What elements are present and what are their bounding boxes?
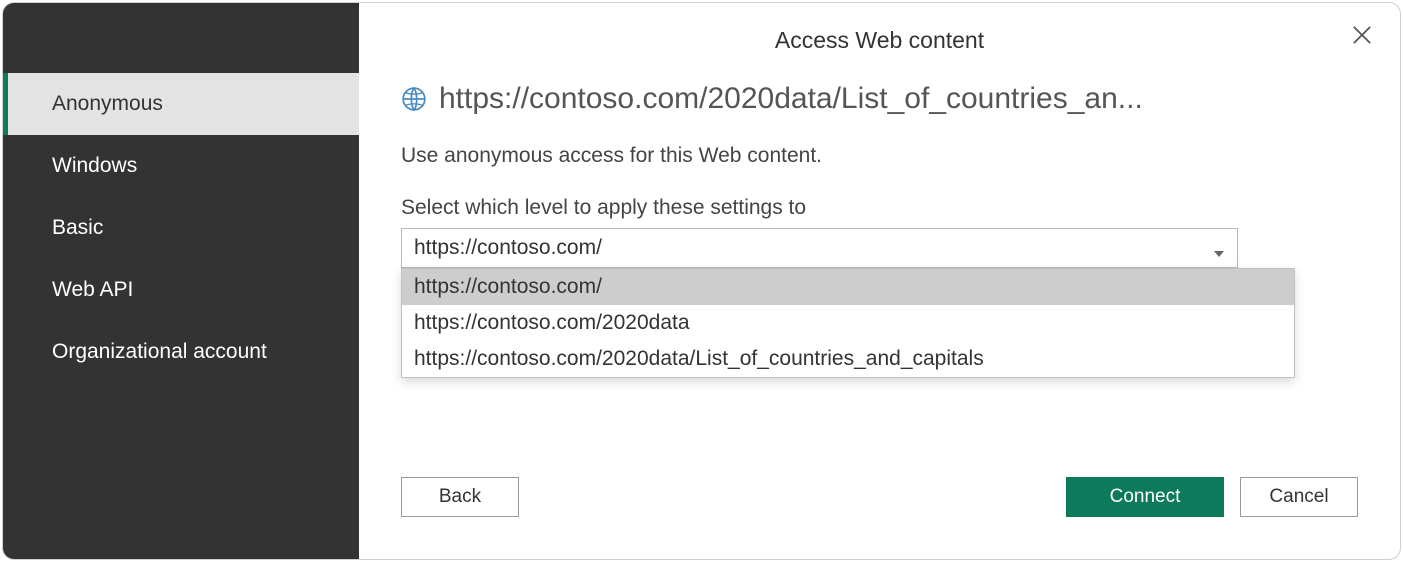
- main-panel: Access Web content https://contoso.com/2…: [359, 3, 1400, 559]
- access-web-content-dialog: Anonymous Windows Basic Web API Organiza…: [2, 2, 1401, 560]
- dialog-title: Access Web content: [401, 27, 1358, 54]
- connect-button[interactable]: Connect: [1066, 477, 1224, 517]
- back-button[interactable]: Back: [401, 477, 519, 517]
- sidebar-item-windows[interactable]: Windows: [3, 135, 359, 197]
- globe-icon: [401, 86, 427, 112]
- auth-method-sidebar: Anonymous Windows Basic Web API Organiza…: [3, 3, 359, 559]
- dropdown-option-label: https://contoso.com/2020data: [414, 311, 690, 334]
- close-icon: [1348, 21, 1376, 49]
- sidebar-item-label: Organizational account: [52, 340, 267, 363]
- url-display: https://contoso.com/2020data/List_of_cou…: [439, 82, 1143, 116]
- close-button[interactable]: [1348, 21, 1376, 49]
- button-label: Connect: [1110, 486, 1181, 508]
- chevron-down-icon: [1213, 242, 1225, 254]
- sidebar-item-label: Windows: [52, 154, 137, 177]
- dropdown-option-full-path[interactable]: https://contoso.com/2020data/List_of_cou…: [402, 341, 1294, 377]
- level-select-value: https://contoso.com/: [414, 236, 602, 260]
- dropdown-option-2020data[interactable]: https://contoso.com/2020data: [402, 305, 1294, 341]
- cancel-button[interactable]: Cancel: [1240, 477, 1358, 517]
- sidebar-item-anonymous[interactable]: Anonymous: [3, 73, 359, 135]
- level-select[interactable]: https://contoso.com/ https://contoso.com…: [401, 228, 1238, 268]
- sidebar-item-label: Web API: [52, 278, 133, 301]
- button-row: Back Connect Cancel: [401, 477, 1358, 517]
- dropdown-option-label: https://contoso.com/: [414, 275, 602, 298]
- select-level-label: Select which level to apply these settin…: [401, 196, 1358, 220]
- url-row: https://contoso.com/2020data/List_of_cou…: [401, 82, 1358, 116]
- sidebar-item-organizational-account[interactable]: Organizational account: [3, 321, 359, 383]
- button-label: Cancel: [1269, 486, 1328, 508]
- sidebar-item-label: Basic: [52, 216, 103, 239]
- level-dropdown: https://contoso.com/ https://contoso.com…: [401, 268, 1295, 378]
- sidebar-item-web-api[interactable]: Web API: [3, 259, 359, 321]
- sidebar-item-basic[interactable]: Basic: [3, 197, 359, 259]
- instruction-text: Use anonymous access for this Web conten…: [401, 144, 1358, 168]
- dropdown-option-root[interactable]: https://contoso.com/: [402, 269, 1294, 305]
- button-label: Back: [439, 486, 481, 508]
- sidebar-item-label: Anonymous: [52, 92, 163, 115]
- dropdown-option-label: https://contoso.com/2020data/List_of_cou…: [414, 347, 984, 370]
